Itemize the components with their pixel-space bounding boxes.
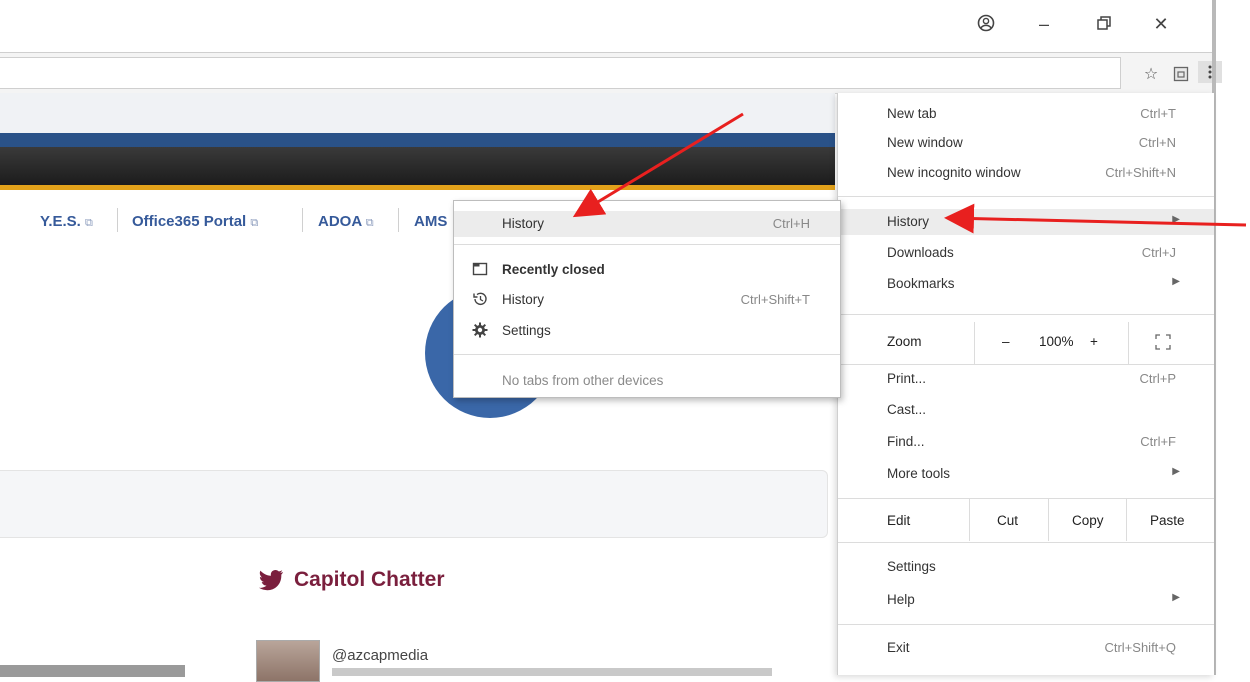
zoom-divider <box>974 322 975 364</box>
cut-button[interactable]: Cut <box>997 513 1018 528</box>
avatar <box>256 640 320 682</box>
external-link-icon: ⧉ <box>365 217 374 229</box>
menu-item-print[interactable]: Print... Ctrl+P <box>838 366 1214 392</box>
zoom-out-button[interactable]: – <box>1002 334 1010 349</box>
restore-button[interactable] <box>1086 14 1122 35</box>
twitter-bird-icon <box>259 569 283 591</box>
zoom-label: Zoom <box>887 334 922 349</box>
menu-divider <box>838 364 1214 365</box>
omnibox[interactable] <box>0 57 1121 89</box>
submenu-no-tabs-message: No tabs from other devices <box>502 373 664 388</box>
zoom-in-button[interactable]: + <box>1090 334 1098 349</box>
external-link-icon: ⧉ <box>250 217 259 229</box>
nav-divider <box>117 208 118 232</box>
header-dark-band <box>0 147 835 185</box>
submenu-item-closed-history[interactable]: History Ctrl+Shift+T <box>454 287 840 313</box>
edit-row: Edit Cut Copy Paste <box>838 499 1214 541</box>
menu-item-history[interactable]: History ▶ <box>838 209 1214 235</box>
tab-window-icon <box>472 261 488 277</box>
menu-item-new-window[interactable]: New window Ctrl+N <box>838 130 1214 156</box>
article-image <box>0 665 185 677</box>
zoom-divider <box>1128 322 1129 364</box>
nav-link-ams[interactable]: AMS <box>414 213 447 230</box>
fullscreen-icon[interactable] <box>1155 334 1171 353</box>
edit-divider <box>1048 499 1049 541</box>
submenu-header-recently-closed: Recently closed <box>454 257 840 283</box>
profile-icon[interactable] <box>968 14 1004 37</box>
bookmark-star-icon[interactable]: ☆ <box>1140 63 1162 85</box>
chrome-main-menu: New tab Ctrl+T New window Ctrl+N New inc… <box>837 93 1214 675</box>
nav-divider <box>398 208 399 232</box>
menu-item-cast[interactable]: Cast... <box>838 397 1214 423</box>
menu-divider <box>838 196 1214 197</box>
edit-label: Edit <box>887 513 911 528</box>
submenu-arrow-icon: ▶ <box>1172 276 1180 287</box>
menu-item-new-tab[interactable]: New tab Ctrl+T <box>838 101 1214 127</box>
content-box <box>0 470 828 538</box>
address-bar-row: ☆ <box>0 52 1222 94</box>
menu-item-help[interactable]: Help ▶ <box>838 587 1214 613</box>
menu-item-new-incognito-window[interactable]: New incognito window Ctrl+Shift+N <box>838 160 1214 186</box>
paste-button[interactable]: Paste <box>1150 513 1185 528</box>
menu-item-settings[interactable]: Settings <box>838 554 1214 580</box>
menu-item-more-tools[interactable]: More tools ▶ <box>838 461 1214 487</box>
close-button[interactable]: ✕ <box>1143 14 1179 35</box>
nav-link-yes[interactable]: Y.E.S. ⧉ <box>40 213 93 230</box>
history-submenu: History Ctrl+H Recently closed History C… <box>453 200 841 398</box>
copy-button[interactable]: Copy <box>1072 513 1104 528</box>
edit-divider <box>969 499 970 541</box>
nav-link-office365[interactable]: Office365 Portal ⧉ <box>132 213 258 230</box>
zoom-row: Zoom – 100% + <box>838 322 1214 364</box>
menu-divider <box>838 624 1214 625</box>
menu-item-downloads[interactable]: Downloads Ctrl+J <box>838 240 1214 266</box>
submenu-divider <box>454 244 840 245</box>
submenu-divider <box>454 354 840 355</box>
history-clock-icon <box>472 291 488 307</box>
menu-item-bookmarks[interactable]: Bookmarks ▶ <box>838 271 1214 297</box>
submenu-item-history[interactable]: History Ctrl+H <box>454 211 840 237</box>
widget-title-text: Capitol Chatter <box>294 568 445 591</box>
submenu-item-settings[interactable]: Settings <box>454 318 840 344</box>
submenu-arrow-icon: ▶ <box>1172 592 1180 603</box>
menu-item-find[interactable]: Find... Ctrl+F <box>838 429 1214 455</box>
menu-divider <box>838 314 1214 315</box>
header-gold-stripe <box>0 185 835 190</box>
minimize-button[interactable]: – <box>1026 14 1062 35</box>
nav-divider <box>302 208 303 232</box>
zoom-value: 100% <box>1039 334 1074 349</box>
widget-title: Capitol Chatter <box>258 568 445 592</box>
menu-divider <box>838 542 1214 543</box>
menu-item-exit[interactable]: Exit Ctrl+Shift+Q <box>838 635 1214 661</box>
external-link-icon: ⧉ <box>85 217 93 229</box>
edit-divider <box>1126 499 1127 541</box>
extension-icon[interactable] <box>1170 63 1192 85</box>
kebab-menu-icon[interactable] <box>1198 61 1222 83</box>
submenu-arrow-icon: ▶ <box>1172 466 1180 477</box>
header-blue-stripe <box>0 133 835 147</box>
gear-icon <box>472 322 488 338</box>
submenu-arrow-icon: ▶ <box>1172 214 1180 225</box>
page-top-bar <box>0 93 835 133</box>
nav-link-adoa[interactable]: ADOA ⧉ <box>318 213 374 230</box>
twitter-handle[interactable]: @azcapmedia <box>332 647 428 664</box>
